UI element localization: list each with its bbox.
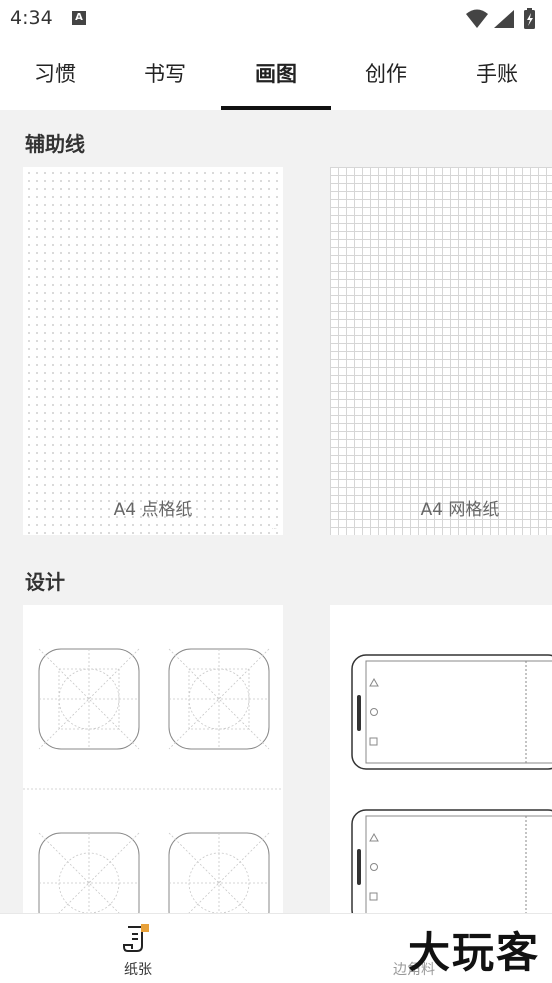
notification-icon: A [72, 11, 86, 25]
card-label: A4 网格纸 [420, 500, 500, 520]
card-a4-dot-paper[interactable]: A4 点格纸 ⋯ [23, 167, 283, 535]
tab-journal[interactable]: 手账 [442, 38, 552, 110]
wifi-icon [466, 9, 488, 28]
nav-label-paper: 纸张 [124, 962, 152, 978]
status-time: 4:34 [10, 7, 53, 29]
section-title-design: 设计 [25, 570, 65, 594]
card-phone-mockup-template[interactable] [330, 605, 552, 915]
app-icon-grid-graphic [23, 648, 283, 915]
status-bar: 4:34 A [0, 0, 552, 38]
bottom-nav-bar: 纸张 边角料 大玩客 [0, 913, 552, 983]
paper-scroll-icon [123, 924, 149, 952]
tab-drawing[interactable]: 画图 [221, 38, 331, 110]
section-title-guides: 辅助线 [25, 132, 85, 156]
card-app-icon-template[interactable] [23, 605, 283, 915]
tab-writing[interactable]: 书写 [110, 38, 220, 110]
tab-habit[interactable]: 习惯 [0, 38, 110, 110]
tab-creation[interactable]: 创作 [331, 38, 441, 110]
nav-item-paper[interactable]: 纸张 [0, 914, 276, 983]
active-tab-indicator [221, 106, 331, 110]
card-label: A4 点格纸 [113, 500, 193, 520]
paper-mark: ⋯ [272, 526, 277, 532]
phone-mockup-graphic [351, 654, 552, 915]
signal-icon [494, 10, 514, 28]
top-tab-bar: 习惯 书写 画图 创作 手账 [0, 38, 552, 110]
status-icons [466, 8, 535, 29]
card-a4-grid-paper[interactable]: A4 网格纸 [330, 167, 552, 535]
watermark-logo: 大玩客 [407, 928, 540, 977]
